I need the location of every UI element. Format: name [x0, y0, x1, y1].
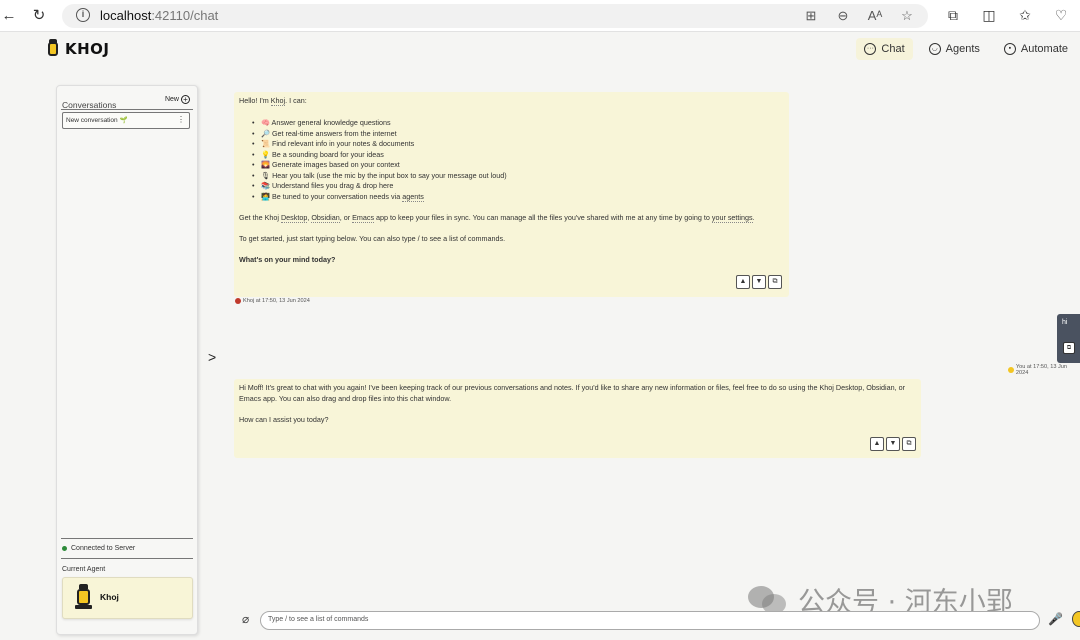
- greeting-intro: Hello! I'm Khoj. I can:: [239, 96, 307, 106]
- user-message-text: hi: [1062, 319, 1068, 326]
- favorite-star-icon[interactable]: ☆: [898, 7, 916, 25]
- copy-icon[interactable]: ⧉: [902, 437, 916, 451]
- reply-paragraph: Hi Moff! It's great to chat with you aga…: [239, 383, 905, 403]
- list-item: 📚 Understand files you drag & drop here: [252, 181, 784, 192]
- plus-circle-icon: +: [181, 95, 190, 104]
- paperclip-icon[interactable]: ⌀: [242, 612, 249, 626]
- browser-essentials-icon[interactable]: ♡: [1052, 6, 1070, 24]
- nav-automate-label: Automate: [1020, 43, 1068, 55]
- list-item: 🧠 Answer general knowledge questions: [252, 118, 784, 129]
- capabilities-list: 🧠 Answer general knowledge questions 🔎 G…: [252, 118, 784, 203]
- sidebar-header: Conversations New +: [62, 95, 192, 110]
- user-message: hi ⧉: [1057, 314, 1080, 363]
- agent-face-icon: ◡: [928, 43, 941, 55]
- nav-automate[interactable]: ▪ Automate: [996, 38, 1076, 60]
- user-avatar-icon: [1008, 367, 1014, 373]
- status-text: Connected to Server: [71, 545, 136, 552]
- browser-toolbar: ← ↻ i localhost:42110/chat ⊞ ⊖ Aᴬ ☆ ⧉ ◫ …: [0, 0, 1080, 32]
- message-actions: ▲ ▼ ⧉: [870, 437, 916, 451]
- send-button[interactable]: [1072, 611, 1080, 627]
- start-paragraph: To get started, just start typing below.…: [239, 233, 506, 243]
- reload-icon[interactable]: ↻: [30, 7, 48, 25]
- status-dot-icon: [62, 546, 67, 551]
- new-conversation-button[interactable]: New +: [165, 95, 190, 104]
- divider: [61, 109, 193, 110]
- copy-icon[interactable]: ⧉: [1063, 342, 1075, 354]
- conversation-item[interactable]: New conversation 🌱 ⋮: [62, 112, 190, 129]
- split-screen-icon[interactable]: ◫: [980, 6, 998, 24]
- address-bar-tools: ⊞ ⊖ Aᴬ ☆: [802, 7, 916, 25]
- divider: [61, 558, 193, 559]
- settings-link[interactable]: your settings: [711, 212, 753, 223]
- logo-text: KHOJ: [65, 40, 110, 58]
- chevron-right-icon[interactable]: >: [208, 349, 216, 365]
- message-actions: ▲ ▼ ⧉: [736, 275, 782, 289]
- chat-bubble-icon: ···: [864, 43, 877, 55]
- question-text: What's on your mind today?: [239, 254, 336, 264]
- chat-input[interactable]: Type / to see a list of commands: [260, 611, 1040, 630]
- khoj-message: Hello! I'm Khoj. I can: 🧠 Answer general…: [234, 92, 789, 297]
- lamp-logo-icon: [44, 39, 62, 59]
- list-item: 🔎 Get real-time answers from the interne…: [252, 129, 784, 140]
- nav-agents-label: Agents: [945, 43, 980, 55]
- nav-agents[interactable]: ◡ Agents: [921, 38, 988, 60]
- info-icon[interactable]: i: [76, 8, 90, 22]
- read-aloud-icon[interactable]: Aᴬ: [866, 7, 884, 25]
- thumbs-down-icon[interactable]: ▼: [886, 437, 900, 451]
- thumbs-down-icon[interactable]: ▼: [752, 275, 766, 289]
- back-arrow-icon[interactable]: ←: [0, 7, 18, 25]
- divider: [61, 538, 193, 539]
- agents-link[interactable]: agents: [402, 191, 424, 202]
- conversation-title: New conversation 🌱: [66, 117, 128, 124]
- khoj-message-meta: Khoj at 17:50, 13 Jun 2024: [235, 298, 310, 304]
- khoj-timestamp: Khoj at 17:50, 13 Jun 2024: [243, 298, 310, 304]
- desktop-link[interactable]: Desktop: [280, 212, 308, 223]
- khoj-avatar-icon: [235, 298, 241, 304]
- user-message-meta: You at 17:50, 13 Jun 2024: [1008, 364, 1080, 376]
- current-agent-label: Current Agent: [62, 566, 106, 573]
- thumbs-up-icon[interactable]: ▲: [736, 275, 750, 289]
- zoom-icon[interactable]: ⊖: [834, 7, 852, 25]
- list-item: 🎙 Hear you talk (use the mic by the inpu…: [252, 171, 784, 182]
- microphone-icon[interactable]: 🎤: [1048, 612, 1063, 626]
- sync-paragraph: Get the Khoj Desktop, Obsidian, or Emacs…: [239, 212, 755, 223]
- url-text[interactable]: localhost:42110/chat: [100, 8, 218, 23]
- khoj-logo[interactable]: KHOJ: [44, 39, 110, 59]
- reply-paragraph: How can I assist you today?: [239, 414, 329, 424]
- list-item: 🌄 Generate images based on your context: [252, 160, 784, 171]
- conversations-sidebar: Conversations New + New conversation 🌱 ⋮…: [56, 85, 198, 635]
- obsidian-link[interactable]: Obsidian: [311, 212, 340, 223]
- connection-status: Connected to Server: [62, 545, 135, 552]
- app-grid-icon[interactable]: ⊞: [802, 7, 820, 25]
- app-header: KHOJ ··· Chat ◡ Agents ▪ Automate: [0, 32, 1080, 76]
- address-bar[interactable]: i localhost:42110/chat ⊞ ⊖ Aᴬ ☆: [62, 4, 928, 28]
- list-item: 📜 Find relevant info in your notes & doc…: [252, 139, 784, 150]
- khoj-reply-message: Hi Moff! It's great to chat with you aga…: [234, 379, 921, 458]
- user-timestamp: You at 17:50, 13 Jun 2024: [1015, 364, 1068, 376]
- copy-icon[interactable]: ⧉: [768, 275, 782, 289]
- khoj-link[interactable]: Khoj: [270, 96, 286, 106]
- agent-name: Khoj: [100, 592, 119, 602]
- list-item: 🧑‍💻 Be tuned to your conversation needs …: [252, 191, 784, 203]
- thumbs-up-icon[interactable]: ▲: [870, 437, 884, 451]
- top-nav: ··· Chat ◡ Agents ▪ Automate: [856, 38, 1076, 60]
- current-agent-card[interactable]: Khoj: [62, 577, 193, 619]
- lamp-avatar-icon: [73, 584, 93, 610]
- input-placeholder: Type / to see a list of commands: [268, 616, 369, 623]
- robot-icon: ▪: [1003, 43, 1016, 55]
- nav-chat[interactable]: ··· Chat: [856, 38, 913, 60]
- more-options-icon[interactable]: ⋮: [177, 115, 185, 124]
- emacs-link[interactable]: Emacs: [352, 212, 375, 223]
- favorites-icon[interactable]: ✩: [1016, 6, 1034, 24]
- nav-chat-label: Chat: [881, 43, 905, 55]
- new-label: New: [164, 96, 179, 103]
- browser-actions: ⧉ ◫ ✩ ♡: [944, 6, 1070, 24]
- list-item: 💡 Be a sounding board for your ideas: [252, 150, 784, 161]
- extensions-icon[interactable]: ⧉: [944, 6, 962, 24]
